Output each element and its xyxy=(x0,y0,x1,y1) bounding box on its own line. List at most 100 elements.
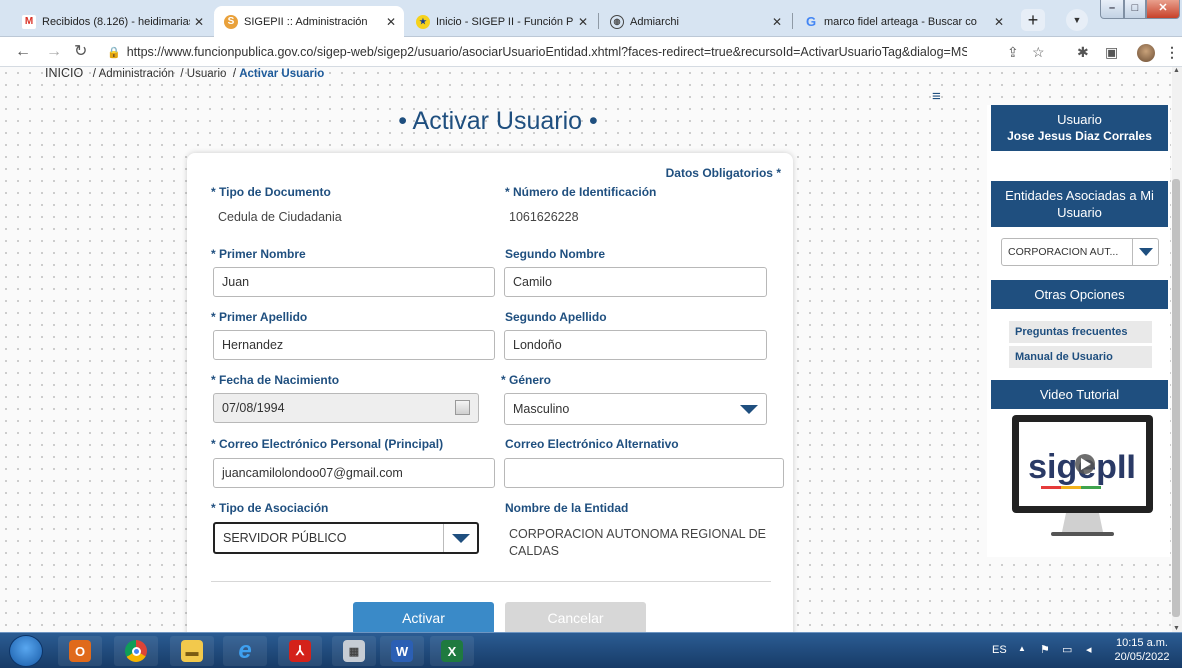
taskbar-explorer[interactable]: ▬ xyxy=(170,636,214,666)
windows-start-button[interactable] xyxy=(9,635,43,667)
network-icon[interactable]: ▭ xyxy=(1062,643,1072,656)
sigep-icon: S xyxy=(224,14,238,29)
segundo-apellido-input[interactable]: Londoño xyxy=(504,330,767,360)
taskbar-acrobat[interactable]: ⅄ xyxy=(278,636,322,666)
tab-google-search[interactable]: G marco fidel arteaga - Buscar co ✕ xyxy=(794,6,1012,37)
scroll-up-icon[interactable]: ▲ xyxy=(1173,67,1180,74)
share-icon[interactable]: ⇪ xyxy=(1007,43,1019,61)
activar-button[interactable]: Activar xyxy=(353,602,494,632)
taskbar-chrome[interactable] xyxy=(114,636,158,666)
excel-icon: X xyxy=(441,640,463,662)
correo-principal-input[interactable]: juancamilolondoo07@gmail.com xyxy=(213,458,495,488)
volume-icon[interactable]: ◂ xyxy=(1086,643,1092,656)
close-tab-icon[interactable]: ✕ xyxy=(578,15,588,29)
taskbar-ie[interactable]: e xyxy=(223,636,267,666)
word-icon: W xyxy=(391,640,413,662)
breadcrumb-usuario[interactable]: Usuario xyxy=(187,68,227,80)
clock-time: 10:15 a.m. xyxy=(1116,637,1168,649)
close-tab-icon[interactable]: ✕ xyxy=(772,15,782,29)
profile-avatar[interactable] xyxy=(1137,44,1155,62)
extensions-puzzle-icon[interactable]: ✱ xyxy=(1077,43,1089,61)
reload-icon[interactable]: ↻ xyxy=(74,43,87,61)
close-window-button[interactable]: ✕ xyxy=(1146,0,1180,19)
bookmark-star-icon[interactable]: ☆ xyxy=(1032,43,1045,61)
taskbar-excel[interactable]: X xyxy=(430,636,474,666)
language-indicator[interactable]: ES xyxy=(992,644,1007,656)
scroll-down-icon[interactable]: ▼ xyxy=(1173,625,1180,632)
address-bar[interactable]: 🔒 https://www.funcionpublica.gov.co/sigep… xyxy=(107,42,967,62)
internet-explorer-icon: e xyxy=(238,637,252,664)
taskbar-word[interactable]: W xyxy=(380,636,424,666)
side-panel-icon[interactable]: ▣ xyxy=(1105,43,1118,61)
usuario-heading: Usuario xyxy=(1057,112,1102,127)
tab-gmail[interactable]: M Recibidos (8.126) - heidimarias ✕ xyxy=(12,6,212,37)
browser-tab-strip: M Recibidos (8.126) - heidimarias ✕ S SI… xyxy=(0,0,1182,37)
hamburger-menu-icon[interactable]: ≡ xyxy=(932,89,941,104)
tipo-asociacion-select[interactable]: SERVIDOR PÚBLICO xyxy=(213,522,479,554)
correo-principal-label: * Correo Electrónico Personal (Principal… xyxy=(211,437,444,451)
tab-sigep-inicio[interactable]: ★ Inicio - SIGEP II - Función Públ ✕ xyxy=(406,6,596,37)
tipo-documento-label: * Tipo de Documento xyxy=(211,185,331,199)
close-tab-icon[interactable]: ✕ xyxy=(386,15,396,29)
url-text: https://www.funcionpublica.gov.co/sigep-… xyxy=(126,45,967,59)
new-tab-button[interactable]: + xyxy=(1021,9,1045,31)
fecha-nacimiento-input[interactable]: 07/08/1994 xyxy=(213,393,479,423)
tab-title: marco fidel arteaga - Buscar co xyxy=(824,15,977,28)
primer-nombre-input[interactable]: Juan xyxy=(213,267,495,297)
usuario-header: Usuario Jose Jesus Diaz Corrales xyxy=(991,105,1168,151)
monitor-icon: sigepII xyxy=(1012,415,1153,536)
preguntas-frecuentes-link[interactable]: Preguntas frecuentes xyxy=(1009,321,1152,343)
taskbar-clock[interactable]: 10:15 a.m. 20/05/2022 xyxy=(1112,636,1172,664)
primer-apellido-input[interactable]: Hernandez xyxy=(213,330,495,360)
numero-identificacion-label: * Número de Identificación xyxy=(505,185,657,199)
tab-search-chevron-icon[interactable]: ▼ xyxy=(1066,9,1088,31)
tab-sigep-admin[interactable]: S SIGEPII :: Administración ✕ xyxy=(214,6,404,37)
maximize-window-button[interactable]: □ xyxy=(1124,0,1146,19)
globe-icon: ◍ xyxy=(610,14,624,29)
taskbar-calculator[interactable]: ▦ xyxy=(332,636,376,666)
chevron-down-icon[interactable] xyxy=(732,394,766,424)
minimize-window-button[interactable]: – xyxy=(1100,0,1124,19)
forward-icon[interactable]: → xyxy=(46,43,62,61)
page-viewport: INICIO / Administración / Usuario / Acti… xyxy=(0,67,1172,632)
scrollbar-thumb[interactable] xyxy=(1172,179,1180,617)
calculator-icon: ▦ xyxy=(343,640,365,662)
tab-admiarchi[interactable]: ◍ Admiarchi ✕ xyxy=(600,6,790,37)
fecha-nacimiento-label: * Fecha de Nacimiento xyxy=(211,373,340,387)
form-divider xyxy=(211,581,771,582)
breadcrumb-home[interactable]: INICIO xyxy=(45,67,83,80)
google-icon: G xyxy=(805,14,817,29)
close-tab-icon[interactable]: ✕ xyxy=(194,15,204,29)
lock-icon[interactable]: 🔒 xyxy=(107,47,121,59)
tab-separator xyxy=(792,13,793,29)
close-tab-icon[interactable]: ✕ xyxy=(994,15,1004,29)
page-scrollbar[interactable]: ▲ ▼ xyxy=(1172,67,1182,632)
numero-identificacion-value: 1061626228 xyxy=(509,210,579,224)
pdf-icon: ⅄ xyxy=(289,640,311,662)
segundo-apellido-label: Segundo Apellido xyxy=(505,310,607,324)
breadcrumb-separator: / xyxy=(92,68,96,80)
manual-usuario-link[interactable]: Manual de Usuario xyxy=(1009,346,1152,368)
action-center-flag-icon[interactable]: ⚑ xyxy=(1040,643,1050,656)
taskbar-outlook[interactable]: O xyxy=(58,636,102,666)
chevron-down-icon[interactable] xyxy=(443,524,477,552)
genero-select[interactable]: Masculino xyxy=(504,393,767,425)
tray-expand-icon[interactable]: ▲ xyxy=(1018,644,1026,653)
nombre-entidad-value: CORPORACION AUTONOMA REGIONAL DE CALDAS xyxy=(509,527,766,558)
chevron-down-icon[interactable] xyxy=(1132,239,1158,265)
correo-alternativo-input[interactable] xyxy=(504,458,784,488)
cancelar-button[interactable]: Cancelar xyxy=(505,602,646,632)
calendar-icon[interactable] xyxy=(455,400,470,415)
breadcrumb-current: Activar Usuario xyxy=(239,68,325,80)
entidad-select[interactable]: CORPORACION AUT... xyxy=(1001,238,1159,266)
nombre-entidad-label: Nombre de la Entidad xyxy=(505,501,629,515)
browser-menu-icon[interactable]: ⋮ xyxy=(1165,43,1179,61)
video-tutorial-thumbnail[interactable]: sigepII xyxy=(1011,414,1154,551)
correo-alternativo-label: Correo Electrónico Alternativo xyxy=(505,437,679,451)
genero-label: * Género xyxy=(501,373,552,387)
usuario-name: Jose Jesus Diaz Corrales xyxy=(1007,129,1152,143)
otras-opciones-header: Otras Opciones xyxy=(991,280,1168,309)
breadcrumb-administracion[interactable]: Administración xyxy=(99,68,174,80)
back-icon[interactable]: ← xyxy=(15,43,31,61)
segundo-nombre-input[interactable]: Camilo xyxy=(504,267,767,297)
